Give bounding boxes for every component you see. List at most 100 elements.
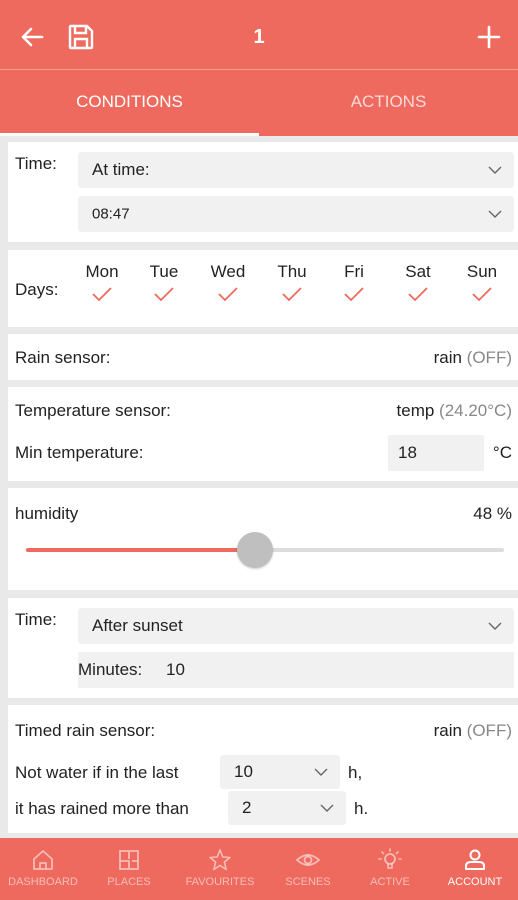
sunset-mode-select[interactable]: After sunset: [78, 608, 514, 644]
sunset-time-card: Time: After sunset Minutes: 10: [8, 598, 518, 698]
humidity-slider-fill: [26, 548, 256, 552]
add-icon[interactable]: [474, 22, 504, 52]
bulb-icon: [378, 848, 402, 869]
chevron-down-icon: [320, 804, 334, 812]
nav-places-label: PLACES: [107, 876, 151, 888]
last-hours-label: Not water if in the last: [15, 763, 179, 782]
minutes-field[interactable]: Minutes: 10: [78, 652, 514, 688]
rain-sensor-name: rain: [433, 348, 462, 367]
last-hours-select[interactable]: 10: [220, 755, 340, 789]
day-name: Fri: [344, 262, 364, 281]
min-temperature-label: Min temperature:: [15, 443, 144, 462]
nav-places[interactable]: PLACES: [86, 838, 172, 900]
humidity-value: 48 %: [473, 504, 512, 523]
time-value-select[interactable]: 08:47: [78, 196, 514, 232]
chevron-down-icon: [488, 210, 502, 218]
time-value: 08:47: [92, 205, 130, 223]
day-tue[interactable]: Tue: [139, 262, 189, 302]
day-thu[interactable]: Thu: [267, 262, 317, 302]
active-tab-indicator: [0, 133, 259, 136]
rained-more-label: it has rained more than: [15, 799, 189, 818]
day-wed[interactable]: Wed: [203, 262, 253, 302]
timed-rain-status: rain (OFF): [434, 721, 512, 741]
nav-scenes-label: SCENES: [285, 876, 331, 888]
bottom-nav: DASHBOARD PLACES FAVOURITES SCENES ACTIV…: [0, 838, 518, 900]
chevron-down-icon: [488, 622, 502, 630]
last-hours-unit: h,: [348, 763, 363, 782]
rained-hours-unit: h.: [354, 799, 369, 818]
chevron-down-icon: [488, 166, 502, 174]
humidity-card: humidity 48 %: [8, 488, 518, 590]
timed-rain-state: (OFF): [466, 721, 512, 740]
day-sun[interactable]: Sun: [457, 262, 507, 302]
temperature-reading: (24.20°C): [439, 401, 512, 420]
star-icon: [209, 849, 231, 871]
top-bar: 1: [0, 0, 518, 70]
day-name: Thu: [277, 262, 307, 281]
minutes-value: 10: [166, 660, 185, 679]
tab-conditions-label: CONDITIONS: [76, 92, 183, 111]
rain-sensor-status: rain (OFF): [434, 348, 512, 368]
checkmark-icon: [92, 287, 112, 302]
checkmark-icon: [154, 287, 174, 302]
min-temperature-input[interactable]: 18: [388, 435, 484, 471]
humidity-label: humidity: [15, 504, 79, 523]
day-mon[interactable]: Mon: [77, 262, 127, 302]
temperature-sensor-label: Temperature sensor:: [15, 401, 171, 420]
rain-sensor-state: (OFF): [466, 348, 512, 367]
day-sat[interactable]: Sat: [393, 262, 443, 302]
day-fri[interactable]: Fri: [329, 262, 379, 302]
sunset-mode-value: After sunset: [92, 616, 183, 635]
rain-sensor-label: Rain sensor:: [15, 348, 111, 367]
nav-scenes[interactable]: SCENES: [268, 838, 348, 900]
nav-dashboard-label: DASHBOARD: [8, 876, 78, 888]
day-name: Sat: [405, 262, 431, 281]
nav-dashboard[interactable]: DASHBOARD: [0, 838, 86, 900]
sunset-time-label: Time:: [15, 610, 57, 629]
time-mode-select[interactable]: At time:: [78, 152, 514, 188]
nav-favourites-label: FAVOURITES: [185, 876, 255, 888]
days-label: Days:: [15, 280, 59, 299]
time-condition-card: Time: At time: 08:47: [8, 142, 518, 242]
tab-actions-label: ACTIONS: [350, 92, 427, 111]
days-card: Days: Mon Tue Wed Thu Fri Sat Sun: [8, 250, 518, 327]
nav-account[interactable]: ACCOUNT: [432, 838, 518, 900]
nav-active-label: ACTIVE: [370, 876, 410, 888]
timed-rain-card: Timed rain sensor: rain (OFF) Not water …: [8, 705, 518, 833]
last-hours-value: 10: [234, 762, 253, 781]
checkmark-icon: [282, 287, 302, 302]
nav-account-label: ACCOUNT: [447, 876, 503, 888]
timed-rain-name: rain: [433, 721, 462, 740]
tab-conditions[interactable]: CONDITIONS: [0, 70, 259, 136]
checkmark-icon: [408, 287, 428, 302]
day-name: Tue: [149, 262, 179, 281]
tab-actions[interactable]: ACTIONS: [259, 70, 518, 136]
humidity-slider-thumb[interactable]: [237, 532, 274, 568]
rained-hours-value: 2: [242, 798, 252, 817]
rained-hours-select[interactable]: 2: [228, 791, 346, 825]
day-name: Mon: [85, 262, 119, 281]
time-mode-value: At time:: [92, 160, 150, 179]
page-title: 1: [253, 26, 265, 48]
tab-bar: CONDITIONS ACTIONS: [0, 70, 518, 136]
time-label: Time:: [15, 154, 57, 173]
checkmark-icon: [218, 287, 238, 302]
temperature-sensor-status: temp (24.20°C): [397, 401, 512, 421]
checkmark-icon: [472, 287, 492, 302]
nav-active[interactable]: ACTIVE: [348, 838, 432, 900]
eye-icon: [295, 854, 321, 866]
temperature-unit: °C: [492, 443, 512, 462]
minutes-label: Minutes:: [78, 660, 143, 679]
day-name: Wed: [210, 262, 246, 281]
chevron-down-icon: [314, 768, 328, 776]
home-icon: [33, 850, 53, 870]
min-temperature-value: 18: [398, 443, 417, 462]
rain-sensor-card: Rain sensor: rain (OFF): [8, 334, 518, 380]
day-name: Sun: [466, 262, 498, 281]
temperature-card: Temperature sensor: temp (24.20°C) Min t…: [8, 387, 518, 481]
timed-rain-label: Timed rain sensor:: [15, 721, 156, 740]
user-icon: [465, 849, 485, 870]
humidity-slider[interactable]: [26, 532, 504, 568]
nav-favourites[interactable]: FAVOURITES: [172, 838, 268, 900]
temperature-sensor-name: temp: [396, 401, 435, 420]
